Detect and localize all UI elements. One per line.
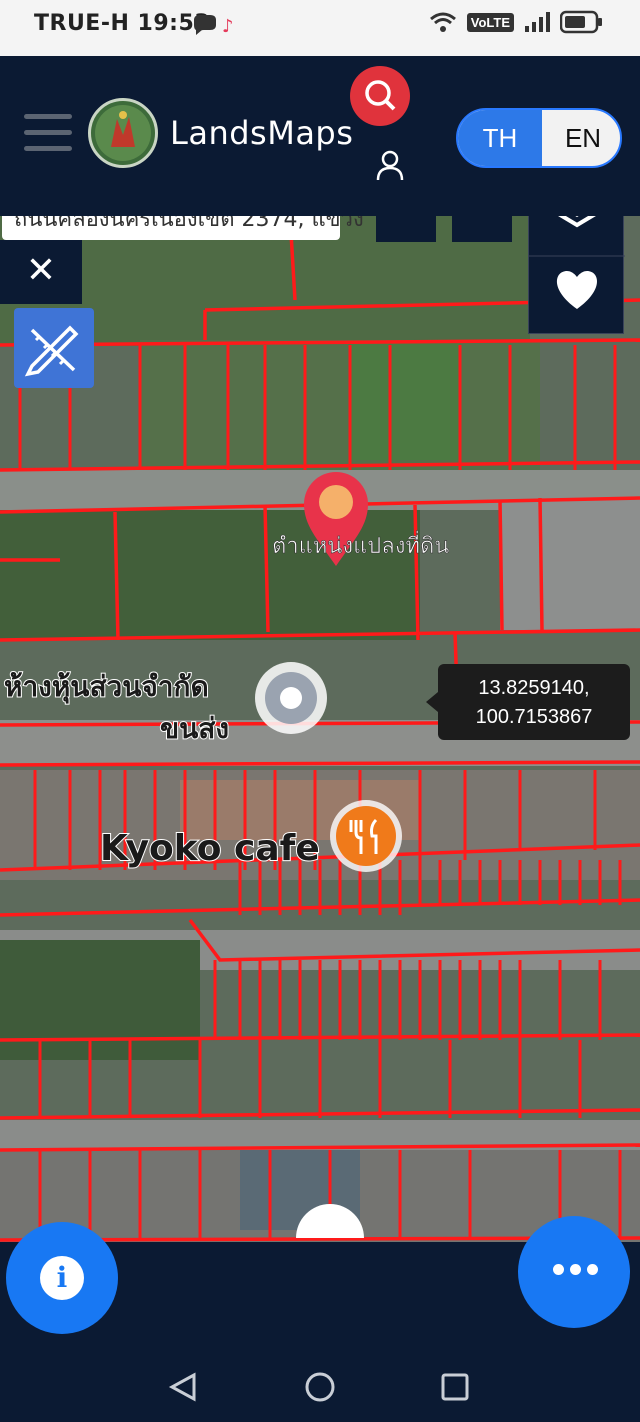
lang-th-option[interactable]: TH	[458, 110, 542, 166]
user-icon[interactable]	[376, 150, 404, 182]
battery-icon	[560, 10, 602, 34]
current-location-icon[interactable]	[255, 662, 327, 734]
back-icon[interactable]	[168, 1372, 196, 1402]
coordinates-lng: 100.7153867	[475, 706, 593, 728]
marker-label: ตำแหน่งแปลงที่ดิน	[272, 530, 449, 559]
info-button[interactable]: i	[6, 1222, 118, 1334]
notification-icons: ♪	[194, 15, 234, 37]
business-label-line1: ห้างหุ้นส่วนจำกัด	[4, 670, 209, 704]
status-icons: VoLTE	[429, 10, 604, 34]
heart-icon[interactable]	[556, 271, 598, 309]
app-title: LandsMaps	[170, 114, 354, 152]
more-icon	[553, 1264, 598, 1275]
poi-label: Kyoko cafe	[100, 828, 320, 869]
recents-icon[interactable]	[441, 1373, 469, 1401]
close-icon[interactable]: ✕	[0, 240, 82, 304]
coordinates-lat: 13.8259140,	[478, 677, 590, 699]
status-bar: TRUE-H 19:53 ♪ VoLTE	[0, 0, 640, 56]
map-control-right[interactable]	[452, 216, 512, 242]
carrier-time: TRUE-H 19:53	[34, 11, 211, 36]
svg-text:♪: ♪	[222, 16, 234, 37]
search-icon[interactable]	[350, 66, 410, 126]
coordinates-tooltip: 13.8259140, 100.7153867	[426, 664, 630, 740]
system-nav-bar	[0, 1337, 640, 1422]
wifi-icon	[429, 12, 456, 32]
app-header: LandsMaps TH EN	[0, 56, 640, 216]
info-icon: i	[40, 1256, 84, 1300]
map-control-left[interactable]	[376, 216, 436, 242]
home-icon[interactable]	[305, 1372, 335, 1402]
restaurant-icon[interactable]	[330, 800, 402, 872]
app-logo	[88, 98, 158, 168]
menu-icon[interactable]	[24, 114, 72, 154]
volte-badge: VoLTE	[466, 12, 514, 32]
ruler-pencil-icon[interactable]	[14, 308, 94, 388]
lang-en-option[interactable]: EN	[542, 110, 620, 166]
signal-icon	[525, 12, 550, 32]
more-button[interactable]	[518, 1216, 630, 1328]
business-label-line2: ขนส่ง	[160, 712, 229, 745]
address-label: ถนนคลองนครเนื่องเขต 2374, แขวง	[14, 216, 364, 232]
language-toggle[interactable]: TH EN	[456, 108, 622, 168]
